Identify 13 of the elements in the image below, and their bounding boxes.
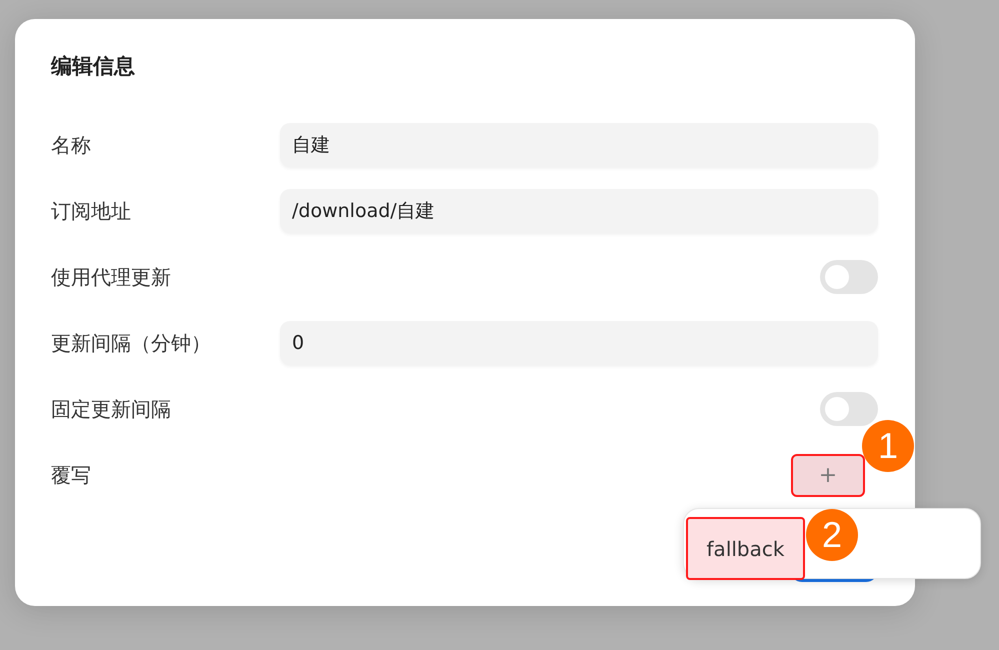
toggle-switch[interactable] [820,392,878,426]
field-label: 更新间隔（分钟） [51,330,212,356]
input-field[interactable]: 自建 [280,123,878,167]
field-label: 覆写 [51,462,92,488]
input-field[interactable]: /download/自建 [280,189,878,233]
field-label: 固定更新间隔 [51,396,172,422]
toggle-switch[interactable] [820,260,878,294]
dialog-title: 编辑信息 [51,53,136,79]
field-label: 订阅地址 [51,198,132,224]
field-label: 使用代理更新 [51,264,172,290]
input-field[interactable]: 0 [280,321,878,365]
menu-item[interactable]: fallback [686,517,805,580]
field-label: 名称 [51,132,92,158]
